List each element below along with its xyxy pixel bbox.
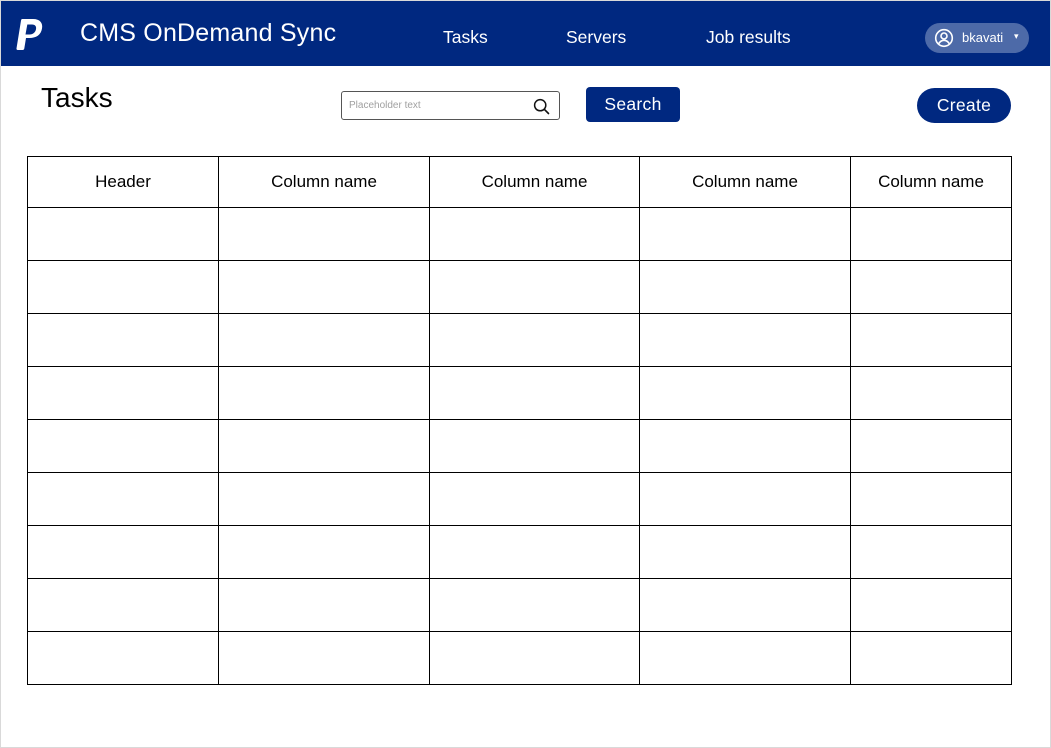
table-cell <box>639 525 851 579</box>
table-cell <box>639 631 851 685</box>
chevron-down-icon: ▾ <box>1014 31 1019 41</box>
search-icon[interactable] <box>533 98 550 115</box>
nav-servers[interactable]: Servers <box>566 27 626 48</box>
table-body <box>27 207 1012 685</box>
table-row[interactable] <box>27 419 1012 473</box>
search-button[interactable]: Search <box>586 87 680 122</box>
table-cell <box>429 260 640 314</box>
table-cell <box>850 525 1012 579</box>
table-cell <box>218 525 430 579</box>
table-cell <box>27 207 219 261</box>
table-cell <box>27 578 219 632</box>
table-cell <box>639 313 851 367</box>
nav-tasks[interactable]: Tasks <box>443 27 488 48</box>
table-cell <box>639 472 851 526</box>
table-row[interactable] <box>27 578 1012 632</box>
table-row[interactable] <box>27 472 1012 526</box>
table-cell <box>639 578 851 632</box>
table-cell <box>27 472 219 526</box>
search-input[interactable] <box>349 96 525 115</box>
table-cell <box>639 260 851 314</box>
table-cell <box>27 260 219 314</box>
table-cell <box>429 578 640 632</box>
table-cell <box>218 366 430 420</box>
table-row[interactable] <box>27 366 1012 420</box>
table-cell <box>218 313 430 367</box>
table-cell <box>218 207 430 261</box>
page-title: Tasks <box>41 82 113 113</box>
table-cell <box>218 631 430 685</box>
paypal-logo-icon[interactable] <box>15 18 45 52</box>
table-cell <box>850 578 1012 632</box>
column-header[interactable]: Column name <box>218 156 430 208</box>
table-cell <box>639 207 851 261</box>
table-cell <box>639 366 851 420</box>
create-button[interactable]: Create <box>917 88 1011 123</box>
user-circle-icon <box>934 28 954 48</box>
search-box[interactable] <box>341 91 560 120</box>
table-cell <box>429 313 640 367</box>
table-row[interactable] <box>27 207 1012 261</box>
table-cell <box>850 207 1012 261</box>
table-cell <box>27 366 219 420</box>
table-cell <box>429 419 640 473</box>
table-cell <box>218 260 430 314</box>
table-cell <box>218 578 430 632</box>
table-cell <box>850 366 1012 420</box>
app-title: CMS OnDemand Sync <box>80 19 337 47</box>
table-row[interactable] <box>27 260 1012 314</box>
table-cell <box>850 313 1012 367</box>
table-row[interactable] <box>27 525 1012 579</box>
nav-job-results[interactable]: Job results <box>706 27 791 48</box>
user-name: bkavati <box>962 30 1004 45</box>
column-header[interactable]: Header <box>27 156 219 208</box>
table-cell <box>27 313 219 367</box>
table-cell <box>218 472 430 526</box>
table-cell <box>27 419 219 473</box>
user-menu-button[interactable]: bkavati ▾ <box>925 23 1029 53</box>
table-row[interactable] <box>27 313 1012 367</box>
table-row[interactable] <box>27 631 1012 685</box>
table-cell <box>850 260 1012 314</box>
column-header[interactable]: Column name <box>850 156 1012 208</box>
table-cell <box>429 631 640 685</box>
table-cell <box>639 419 851 473</box>
table-cell <box>850 631 1012 685</box>
table-cell <box>429 525 640 579</box>
table-cell <box>218 419 430 473</box>
column-header[interactable]: Column name <box>429 156 640 208</box>
tasks-table: Header Column name Column name Column na… <box>27 156 1012 685</box>
top-navbar: CMS OnDemand Sync Tasks Servers Job resu… <box>1 1 1050 66</box>
table-cell <box>429 366 640 420</box>
column-header[interactable]: Column name <box>639 156 851 208</box>
table-cell <box>27 525 219 579</box>
table-cell <box>27 631 219 685</box>
table-cell <box>850 419 1012 473</box>
table-cell <box>850 472 1012 526</box>
table-cell <box>429 472 640 526</box>
table-cell <box>429 207 640 261</box>
table-header-row: Header Column name Column name Column na… <box>27 156 1012 208</box>
